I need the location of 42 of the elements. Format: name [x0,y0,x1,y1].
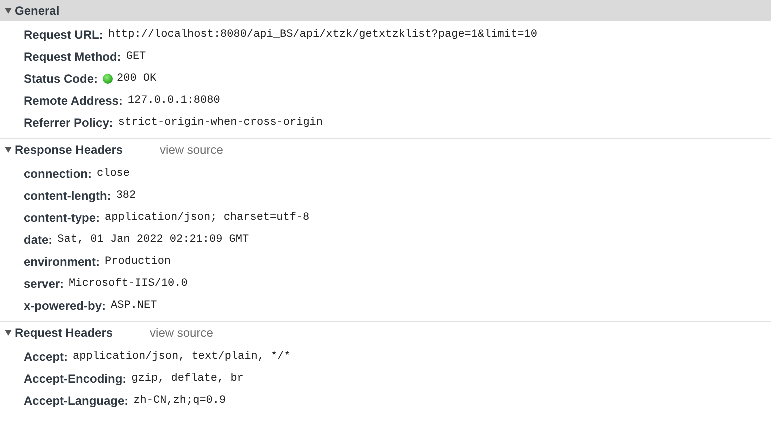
header-name: connection: [24,167,92,181]
header-name: x-powered-by: [24,299,106,313]
header-value: ASP.NET [111,300,158,312]
status-dot-icon [103,74,114,84]
section-header[interactable]: Response Headers view source [0,139,771,160]
triangle-down-icon [5,146,12,152]
header-value: Sat, 01 Jan 2022 02:21:09 GMT [58,234,250,246]
header-name: Remote Address: [24,94,123,108]
section-header[interactable]: Request Headers view source [0,322,771,343]
header-name: Accept-Language: [24,394,129,408]
header-name: environment: [24,255,100,269]
header-name: Accept-Encoding: [24,372,127,386]
header-value: Microsoft-IIS/10.0 [69,278,188,290]
header-value: http://localhost:8080/api_BS/api/xtzk/getxtzklist?page=1&limit=10 [108,29,538,41]
header-name: Referrer Policy: [24,116,114,130]
section-title: General [15,4,60,18]
header-value: close [97,168,130,180]
header-name: content-length: [24,189,112,203]
view-source-link[interactable]: view source [160,142,224,156]
header-value: zh-CN,zh;q=0.9 [134,395,226,407]
header-value: 382 [116,190,136,202]
triangle-down-icon [5,330,12,336]
triangle-down-icon [5,8,12,14]
header-name: content-type: [24,211,100,225]
header-name: Status Code: [24,72,98,86]
header-name: server: [24,277,64,291]
header-name: Request URL: [24,28,104,42]
header-name: Accept: [24,350,68,364]
header-value: 127.0.0.1:8080 [128,95,220,107]
header-value: application/json; charset=utf-8 [105,212,310,224]
header-value: application/json, text/plain, */* [73,351,291,363]
section-title: Request Headers [15,326,114,340]
header-value: 200 OK [117,73,157,85]
header-name: date: [24,233,53,247]
section-header[interactable]: General [0,0,771,21]
header-value: strict-origin-when-cross-origin [118,117,324,129]
header-value: Production [105,256,172,268]
header-value: gzip, deflate, br [132,373,244,385]
view-source-link[interactable]: view source [150,326,214,340]
header-name: Request Method: [24,50,122,64]
section-title: Response Headers [15,142,124,156]
header-value: GET [126,51,146,63]
